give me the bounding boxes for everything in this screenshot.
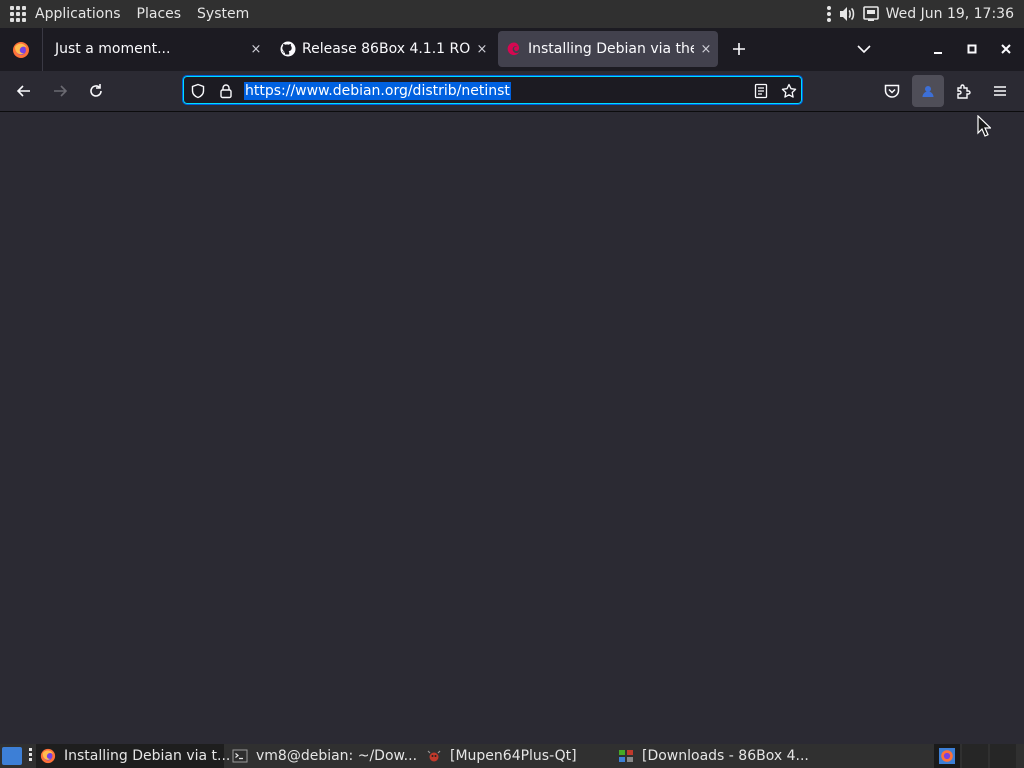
- tab-installing-debian[interactable]: Installing Debian via the I ×: [498, 31, 718, 67]
- maximize-icon[interactable]: [962, 39, 982, 59]
- menu-system[interactable]: System: [189, 0, 257, 28]
- page-content[interactable]: [0, 112, 1024, 744]
- menu-applications[interactable]: Applications: [26, 0, 129, 28]
- terminal-icon: [232, 748, 248, 764]
- show-desktop-icon[interactable]: [2, 747, 22, 765]
- menu-places[interactable]: Places: [129, 0, 190, 28]
- tab-just-a-moment[interactable]: Just a moment... ×: [44, 31, 268, 67]
- apps-grid-icon[interactable]: [10, 6, 26, 22]
- list-all-tabs-chevron-down-icon[interactable]: [854, 39, 874, 59]
- task-terminal[interactable]: vm8@debian: ~/Dow...: [228, 744, 418, 768]
- network-icon[interactable]: [862, 5, 880, 23]
- tab-title: Installing Debian via the I: [528, 41, 694, 57]
- bottom-taskbar: Installing Debian via t... vm8@debian: ~…: [0, 744, 1024, 768]
- tab-strip: Just a moment... × Release 86Box 4.1.1 R…: [0, 28, 1024, 71]
- minimize-icon[interactable]: [928, 39, 948, 59]
- hamburger-menu-icon[interactable]: [990, 81, 1010, 101]
- new-tab-plus-icon[interactable]: [729, 39, 749, 59]
- task-label: [Downloads - 86Box 4...: [642, 748, 809, 764]
- url-bar[interactable]: https://www.debian.org/distrib/netinst: [182, 75, 803, 105]
- task-label: Installing Debian via t...: [64, 748, 231, 764]
- url-text[interactable]: https://www.debian.org/distrib/netinst: [244, 82, 511, 100]
- tab-close-icon[interactable]: ×: [470, 42, 494, 57]
- system-tray: Wed Jun 19, 17:36: [826, 0, 1024, 28]
- task-mupen64plus[interactable]: [Mupen64Plus-Qt]: [422, 744, 610, 768]
- extensions-puzzle-icon[interactable]: [954, 81, 974, 101]
- folder-icon: [618, 748, 634, 764]
- back-arrow-icon[interactable]: [14, 81, 34, 101]
- top-panel: Applications Places System Wed Jun 19, 1…: [0, 0, 1024, 28]
- mouse-pointer-icon: [977, 115, 991, 137]
- forward-arrow-icon[interactable]: [50, 81, 70, 101]
- debian-icon: [506, 41, 522, 57]
- tab-close-icon[interactable]: ×: [244, 42, 268, 57]
- close-window-icon[interactable]: [996, 39, 1016, 59]
- firefox-icon: [939, 748, 955, 764]
- reader-view-icon[interactable]: [753, 83, 769, 99]
- tab-close-icon[interactable]: ×: [694, 42, 718, 57]
- taskbar-grip-icon: [29, 748, 32, 763]
- firefox-view-button[interactable]: [0, 28, 43, 71]
- task-label: [Mupen64Plus-Qt]: [450, 748, 577, 764]
- nav-toolbar: https://www.debian.org/distrib/netinst: [0, 71, 1024, 112]
- workspace-3[interactable]: [990, 744, 1016, 768]
- github-icon: [280, 41, 296, 57]
- reload-icon[interactable]: [86, 81, 106, 101]
- account-icon: [920, 83, 936, 99]
- volume-icon[interactable]: [838, 5, 856, 23]
- menu-dots-icon[interactable]: [826, 5, 832, 23]
- tab-title: Just a moment...: [55, 41, 171, 57]
- lock-icon[interactable]: [218, 83, 234, 99]
- task-label: vm8@debian: ~/Dow...: [256, 748, 418, 764]
- task-downloads-folder[interactable]: [Downloads - 86Box 4...: [614, 744, 814, 768]
- account-button[interactable]: [912, 75, 944, 107]
- bookmark-star-icon[interactable]: [781, 83, 797, 99]
- pocket-icon[interactable]: [882, 81, 902, 101]
- task-firefox[interactable]: Installing Debian via t...: [36, 744, 230, 768]
- workspace-1[interactable]: [934, 744, 960, 768]
- clock[interactable]: Wed Jun 19, 17:36: [886, 6, 1014, 22]
- tracking-protection-shield-icon[interactable]: [190, 83, 206, 99]
- workspace-2[interactable]: [962, 744, 988, 768]
- tab-title: Release 86Box 4.1.1 ROM: [302, 41, 470, 57]
- firefox-icon: [12, 41, 30, 59]
- firefox-icon: [40, 748, 56, 764]
- mupen-icon: [426, 748, 442, 764]
- tab-86box-release[interactable]: Release 86Box 4.1.1 ROM ×: [270, 31, 494, 67]
